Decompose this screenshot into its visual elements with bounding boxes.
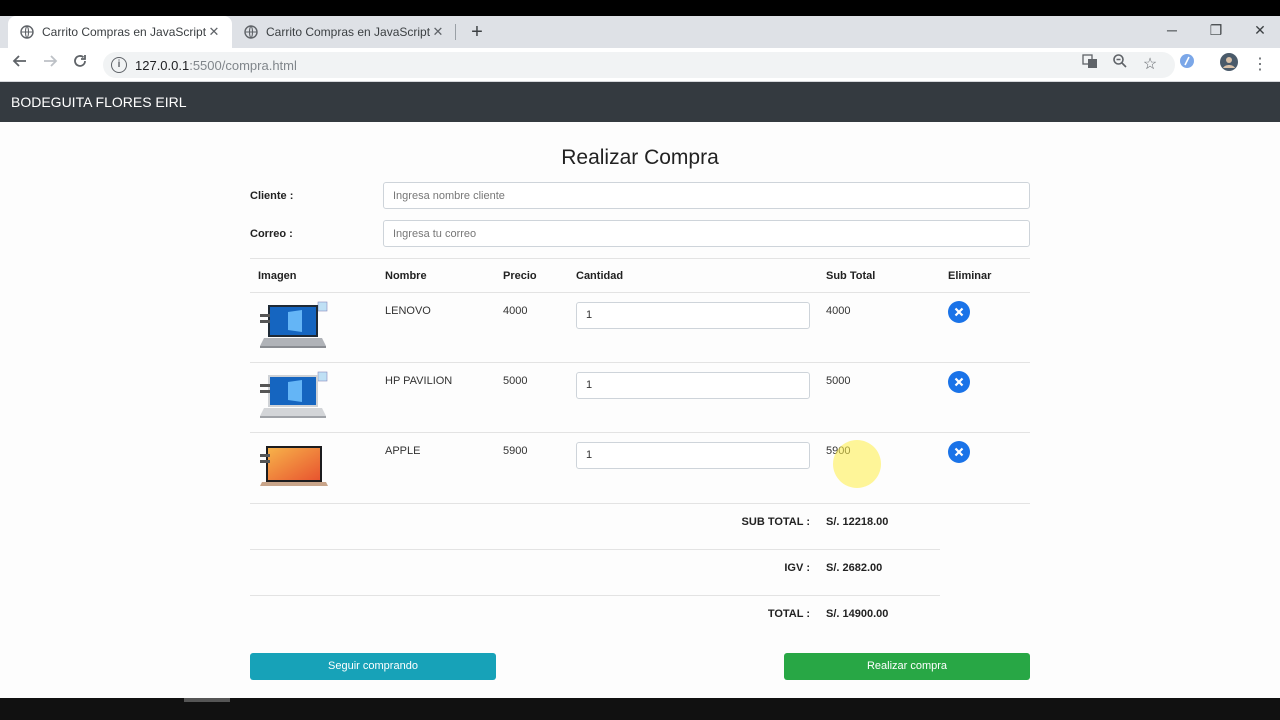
product-subtotal: 4000 xyxy=(826,305,851,317)
url-host: 127.0.0.1 xyxy=(135,57,190,73)
navbar-brand[interactable]: BODEGUITA FLORES EIRL xyxy=(11,94,187,110)
extension-icon[interactable] xyxy=(1175,53,1199,77)
row-divider xyxy=(250,432,1030,433)
seguir-comprando-button[interactable]: Seguir comprando xyxy=(250,653,496,680)
translate-icon[interactable] xyxy=(1078,53,1102,77)
header-cantidad: Cantidad xyxy=(576,270,624,282)
tab-title: Carrito Compras en JavaScript xyxy=(42,25,206,39)
browser-tab-active[interactable]: Carrito Compras en JavaScript ✕ xyxy=(8,16,232,48)
screen-top-edge xyxy=(0,0,1280,16)
total-value: S/. 14900.00 xyxy=(826,608,889,620)
restore-button[interactable]: ❐ xyxy=(1194,16,1238,44)
subtotal-label: SUB TOTAL : xyxy=(741,516,810,528)
row-divider xyxy=(250,503,1030,504)
close-tab-icon[interactable]: ✕ xyxy=(430,24,446,40)
delete-button[interactable] xyxy=(948,371,970,393)
browser-toolbar: i 127.0.0.1:5500/compra.html ☆ ⋮ xyxy=(0,48,1280,82)
product-name: HP PAVILION xyxy=(385,375,453,387)
correo-input[interactable] xyxy=(383,220,1030,247)
row-divider xyxy=(250,362,1030,363)
table-top-border xyxy=(250,258,1030,259)
header-nombre: Nombre xyxy=(385,270,427,282)
delete-button[interactable] xyxy=(948,301,970,323)
address-bar[interactable]: i 127.0.0.1:5500/compra.html xyxy=(103,52,1175,78)
quantity-input[interactable]: 1 xyxy=(576,302,810,329)
quantity-input[interactable]: 1 xyxy=(576,442,810,469)
menu-dots-icon[interactable]: ⋮ xyxy=(1248,53,1272,77)
product-price: 5000 xyxy=(503,375,528,387)
avatar[interactable] xyxy=(1217,53,1241,77)
header-eliminar: Eliminar xyxy=(948,270,992,282)
minimize-button[interactable]: ─ xyxy=(1150,16,1194,44)
correo-label: Correo : xyxy=(250,228,293,240)
reload-icon[interactable] xyxy=(68,53,92,77)
globe-icon xyxy=(244,25,258,39)
product-name: APPLE xyxy=(385,445,421,457)
close-icon xyxy=(954,307,964,317)
summary-divider xyxy=(250,549,940,550)
close-window-button[interactable]: ✕ xyxy=(1238,16,1280,44)
page-title: Realizar Compra xyxy=(561,146,719,169)
cliente-label: Cliente : xyxy=(250,190,294,202)
close-tab-icon[interactable]: ✕ xyxy=(206,24,222,40)
tab-strip: Carrito Compras en JavaScript ✕ Carrito … xyxy=(0,16,1280,48)
product-name: LENOVO xyxy=(385,305,431,317)
product-price: 5900 xyxy=(503,445,528,457)
forward-arrow-icon[interactable] xyxy=(38,53,62,77)
site-info-icon[interactable]: i xyxy=(111,57,127,73)
summary-divider xyxy=(250,595,940,596)
bookmark-star-icon[interactable]: ☆ xyxy=(1138,53,1162,77)
table-header-border xyxy=(250,292,1030,293)
cursor-highlight xyxy=(833,440,881,488)
tab-separator xyxy=(455,24,456,40)
laptop-product-image xyxy=(260,301,328,348)
navbar: BODEGUITA FLORES EIRL xyxy=(0,82,1280,122)
tab-title: Carrito Compras en JavaScript xyxy=(266,25,430,39)
page-viewport: BODEGUITA FLORES EIRL Realizar Compra Cl… xyxy=(0,82,1280,698)
laptop-product-image xyxy=(260,446,328,486)
subtotal-value: S/. 12218.00 xyxy=(826,516,889,528)
close-icon xyxy=(954,447,964,457)
browser-tab[interactable]: Carrito Compras en JavaScript ✕ xyxy=(232,16,456,48)
igv-label: IGV : xyxy=(784,562,810,574)
realizar-compra-button[interactable]: Realizar compra xyxy=(784,653,1030,680)
header-precio: Precio xyxy=(503,270,537,282)
header-subtotal: Sub Total xyxy=(826,270,876,282)
back-arrow-icon[interactable] xyxy=(8,53,32,77)
quantity-input[interactable]: 1 xyxy=(576,372,810,399)
close-icon xyxy=(954,377,964,387)
new-tab-button[interactable]: + xyxy=(466,22,488,42)
total-label: TOTAL : xyxy=(767,608,810,620)
laptop-product-image xyxy=(260,371,328,418)
product-subtotal: 5000 xyxy=(826,375,851,387)
delete-button[interactable] xyxy=(948,441,970,463)
igv-value: S/. 2682.00 xyxy=(826,562,883,574)
horizontal-scrollbar[interactable] xyxy=(184,698,230,702)
globe-icon xyxy=(20,25,34,39)
cliente-input[interactable] xyxy=(383,182,1030,209)
zoom-icon[interactable] xyxy=(1108,53,1132,77)
header-imagen: Imagen xyxy=(258,270,297,282)
product-price: 4000 xyxy=(503,305,528,317)
url-path: :5500/compra.html xyxy=(189,57,297,73)
